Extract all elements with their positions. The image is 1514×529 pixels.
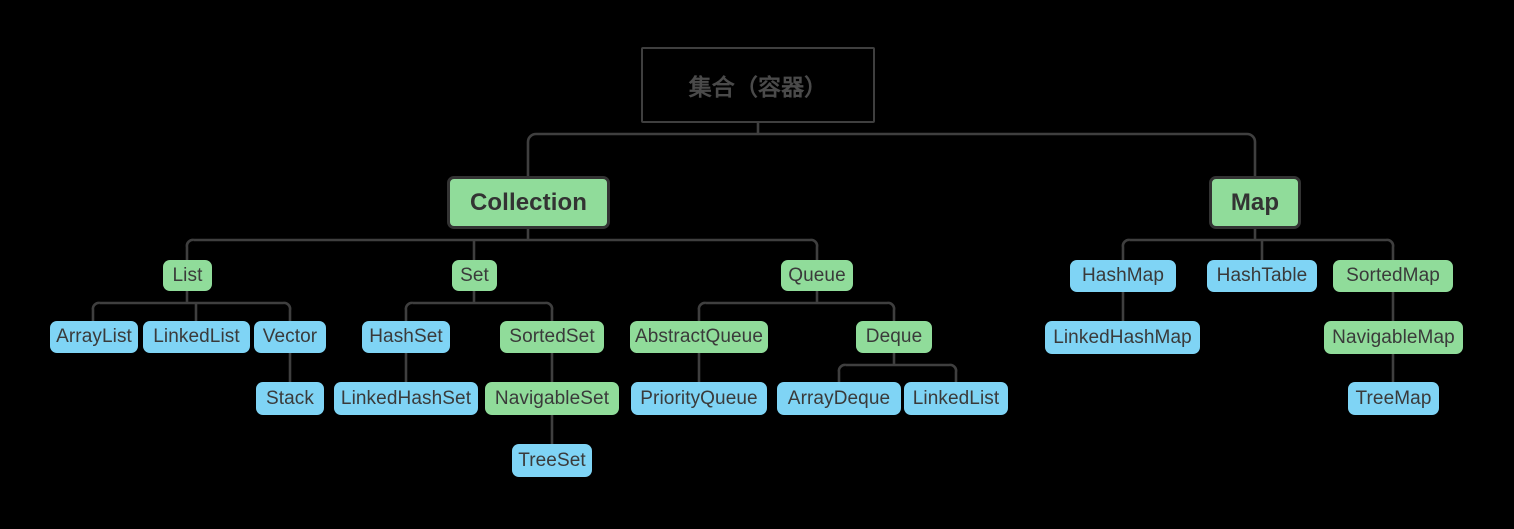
edge-collection-to-children <box>185 229 819 260</box>
edge-root-to-children <box>526 123 1257 176</box>
edge-map-to-children <box>1121 229 1395 260</box>
node-abstractqueue[interactable]: AbstractQueue <box>630 321 768 353</box>
node-hashset[interactable]: HashSet <box>362 321 450 353</box>
node-treeset[interactable]: TreeSet <box>512 444 592 477</box>
node-collection[interactable]: Collection <box>447 176 610 229</box>
node-sortedset[interactable]: SortedSet <box>500 321 604 353</box>
node-arraydeque[interactable]: ArrayDeque <box>777 382 901 415</box>
edge-list-to-children <box>91 291 292 321</box>
edge-deque-to-children <box>837 353 958 382</box>
node-linkedlist[interactable]: LinkedList <box>143 321 250 353</box>
node-sortedmap[interactable]: SortedMap <box>1333 260 1453 292</box>
node-map[interactable]: Map <box>1209 176 1301 229</box>
node-linkedhashmap[interactable]: LinkedHashMap <box>1045 321 1200 354</box>
node-deque[interactable]: Deque <box>856 321 932 353</box>
node-hashtable[interactable]: HashTable <box>1207 260 1317 292</box>
node-navigableset[interactable]: NavigableSet <box>485 382 619 415</box>
collections-hierarchy-diagram: 集合（容器） Collection Map List Set Queue Arr… <box>0 0 1514 529</box>
node-navigablemap[interactable]: NavigableMap <box>1324 321 1463 354</box>
node-vector[interactable]: Vector <box>254 321 326 353</box>
node-arraylist[interactable]: ArrayList <box>50 321 138 353</box>
node-hashmap[interactable]: HashMap <box>1070 260 1176 292</box>
node-root-collection-container[interactable]: 集合（容器） <box>641 47 875 123</box>
node-set[interactable]: Set <box>452 260 497 291</box>
node-stack[interactable]: Stack <box>256 382 324 415</box>
node-list[interactable]: List <box>163 260 212 291</box>
node-linkedlist-deque[interactable]: LinkedList <box>904 382 1008 415</box>
node-priorityqueue[interactable]: PriorityQueue <box>631 382 767 415</box>
node-linkedhashset[interactable]: LinkedHashSet <box>334 382 478 415</box>
node-queue[interactable]: Queue <box>781 260 853 291</box>
node-treemap[interactable]: TreeMap <box>1348 382 1439 415</box>
edge-queue-to-children <box>697 291 896 321</box>
edge-set-to-children <box>404 291 554 321</box>
